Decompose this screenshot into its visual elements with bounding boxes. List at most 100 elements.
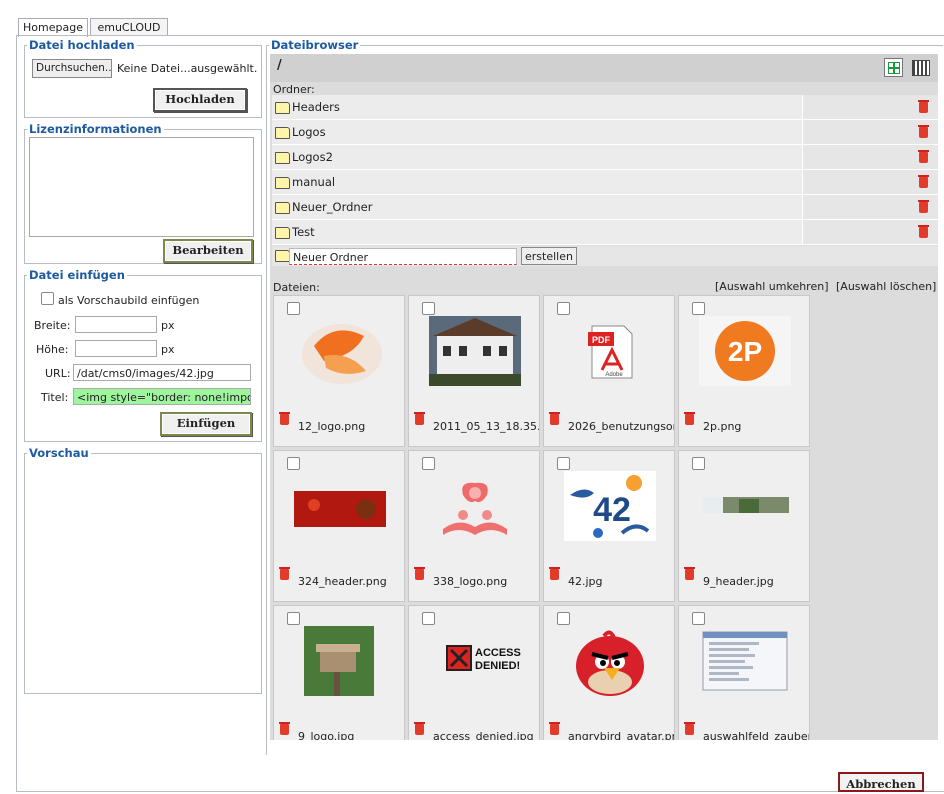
file-thumbnail[interactable] — [294, 316, 386, 386]
file-select-checkbox[interactable] — [692, 302, 705, 315]
title-input[interactable]: <img style="border: none!import — [73, 388, 251, 405]
delete-file-icon[interactable] — [549, 567, 560, 580]
delete-folder-icon[interactable] — [918, 200, 929, 213]
width-label: Breite: — [34, 319, 71, 332]
delete-file-icon[interactable] — [549, 412, 560, 425]
file-name[interactable]: 338_logo.png — [433, 575, 539, 588]
file-name[interactable]: angrybird_avatar.png — [568, 730, 674, 740]
file-tile[interactable]: 42 42.jpg — [543, 450, 675, 602]
folder-row[interactable]: Test — [272, 220, 938, 245]
height-input[interactable] — [75, 340, 157, 357]
file-name[interactable]: 2011_05_13_18.35.5 — [433, 420, 539, 433]
file-select-checkbox[interactable] — [692, 612, 705, 625]
file-grid: 12_logo.png 2011_05_13_18.35.5 PDF Adobe 202… — [270, 295, 938, 740]
file-tile[interactable]: 9_header.jpg — [678, 450, 810, 602]
delete-folder-icon[interactable] — [918, 100, 929, 113]
folder-name[interactable]: Neuer_Ordner — [292, 200, 373, 214]
file-tile[interactable]: 338_logo.png — [408, 450, 540, 602]
file-name[interactable]: 2p.png — [703, 420, 809, 433]
invert-selection-link[interactable]: [Auswahl umkehren] — [715, 280, 829, 293]
file-thumbnail[interactable] — [699, 626, 791, 696]
list-view-icon[interactable] — [912, 60, 930, 76]
delete-file-icon[interactable] — [684, 722, 695, 735]
clear-selection-link[interactable]: [Auswahl löschen] — [836, 280, 936, 293]
file-name[interactable]: 9_header.jpg — [703, 575, 809, 588]
file-thumbnail[interactable] — [294, 471, 386, 541]
new-folder-input[interactable]: Neuer Ordner — [289, 248, 517, 265]
tab-emucloud[interactable]: emuCLOUD — [90, 18, 168, 36]
delete-file-icon[interactable] — [279, 567, 290, 580]
folder-name[interactable]: Test — [292, 225, 315, 239]
folder-name[interactable]: Headers — [292, 100, 340, 114]
file-thumbnail[interactable] — [699, 471, 791, 541]
file-tile[interactable]: ACCESS DENIED! access_denied.jpg — [408, 605, 540, 740]
delete-file-icon[interactable] — [549, 722, 560, 735]
delete-folder-icon[interactable] — [918, 175, 929, 188]
file-select-checkbox[interactable] — [557, 612, 570, 625]
file-name[interactable]: 42.jpg — [568, 575, 674, 588]
grid-view-icon[interactable] — [884, 58, 903, 77]
delete-file-icon[interactable] — [414, 412, 425, 425]
file-select-checkbox[interactable] — [287, 612, 300, 625]
delete-folder-icon[interactable] — [918, 225, 929, 238]
folder-row[interactable]: Headers — [272, 95, 938, 120]
file-select-checkbox[interactable] — [287, 457, 300, 470]
file-name[interactable]: 12_logo.png — [298, 420, 404, 433]
file-name[interactable]: 9_logo.jpg — [298, 730, 404, 740]
file-tile[interactable]: 9_logo.jpg — [273, 605, 405, 740]
file-tile[interactable]: auswahlfeld_zaubers — [678, 605, 810, 740]
delete-file-icon[interactable] — [414, 567, 425, 580]
delete-file-icon[interactable] — [414, 722, 425, 735]
delete-file-icon[interactable] — [684, 412, 695, 425]
folder-row[interactable]: Logos2 — [272, 145, 938, 170]
file-select-checkbox[interactable] — [287, 302, 300, 315]
delete-file-icon[interactable] — [684, 567, 695, 580]
edit-button[interactable]: Bearbeiten — [163, 239, 253, 263]
file-thumbnail[interactable] — [429, 316, 521, 386]
file-select-checkbox[interactable] — [422, 612, 435, 625]
file-thumbnail[interactable] — [564, 626, 656, 696]
license-textarea[interactable] — [29, 137, 254, 237]
folder-name[interactable]: Logos — [292, 125, 326, 139]
file-select-checkbox[interactable] — [557, 457, 570, 470]
file-tile[interactable]: 2011_05_13_18.35.5 — [408, 295, 540, 447]
cancel-button[interactable]: Abbrechen — [838, 772, 924, 792]
browse-button[interactable]: Durchsuchen... — [32, 59, 112, 78]
file-thumbnail[interactable]: 42 — [564, 471, 656, 541]
file-thumbnail[interactable] — [429, 471, 521, 541]
file-thumbnail[interactable]: PDF Adobe — [564, 316, 656, 386]
file-select-checkbox[interactable] — [557, 302, 570, 315]
file-tile[interactable]: 2P 2p.png — [678, 295, 810, 447]
thumbnail-checkbox[interactable] — [41, 292, 54, 305]
file-tile[interactable]: angrybird_avatar.png — [543, 605, 675, 740]
delete-folder-icon[interactable] — [918, 150, 929, 163]
url-input[interactable]: /dat/cms0/images/42.jpg — [73, 364, 251, 381]
file-select-checkbox[interactable] — [692, 457, 705, 470]
file-name[interactable]: auswahlfeld_zaubers — [703, 730, 809, 740]
width-input[interactable] — [75, 316, 157, 333]
file-thumbnail[interactable] — [294, 626, 386, 696]
file-tile[interactable]: 324_header.png — [273, 450, 405, 602]
folder-row[interactable]: Logos — [272, 120, 938, 145]
file-select-checkbox[interactable] — [422, 457, 435, 470]
folder-name[interactable]: manual — [292, 175, 335, 189]
delete-folder-icon[interactable] — [918, 125, 929, 138]
file-thumbnail[interactable]: ACCESS DENIED! — [429, 626, 521, 696]
insert-button[interactable]: Einfügen — [160, 412, 252, 436]
create-folder-button[interactable]: erstellen — [521, 247, 577, 265]
delete-file-icon[interactable] — [279, 412, 290, 425]
delete-file-icon[interactable] — [279, 722, 290, 735]
upload-button[interactable]: Hochladen — [153, 88, 247, 112]
folder-name[interactable]: Logos2 — [292, 150, 333, 164]
file-name[interactable]: access_denied.jpg — [433, 730, 539, 740]
file-tile[interactable]: 12_logo.png — [273, 295, 405, 447]
svg-text:PDF: PDF — [592, 335, 611, 345]
file-thumbnail[interactable]: 2P — [699, 316, 791, 386]
file-tile[interactable]: PDF Adobe 2026_benutzungsord — [543, 295, 675, 447]
folder-row[interactable]: Neuer_Ordner — [272, 195, 938, 220]
folder-row[interactable]: manual — [272, 170, 938, 195]
svg-text:Adobe: Adobe — [605, 372, 623, 378]
file-name[interactable]: 324_header.png — [298, 575, 404, 588]
file-name[interactable]: 2026_benutzungsord — [568, 420, 674, 433]
file-select-checkbox[interactable] — [422, 302, 435, 315]
